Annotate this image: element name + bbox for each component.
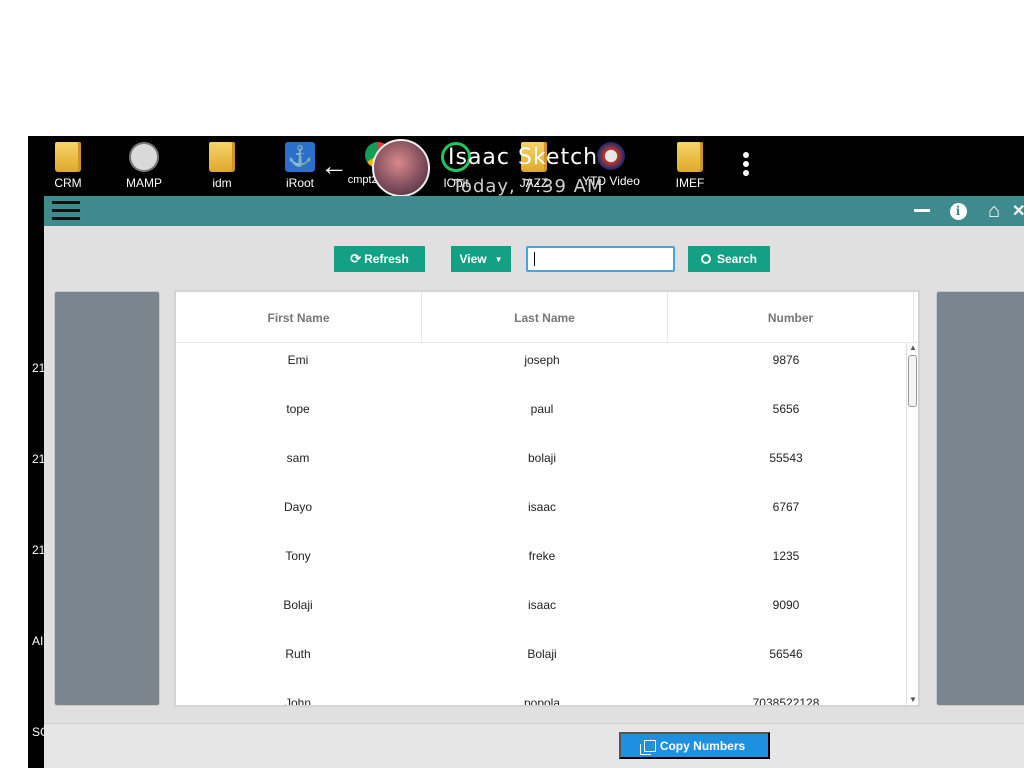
app-bar-actions: i ⌂ ✕ <box>904 196 1024 226</box>
overlay-subtitle: Today, 7:39 AM <box>452 176 604 197</box>
cell-last-name: paul <box>530 402 554 416</box>
folder-icon <box>209 142 235 172</box>
app-bar: i ⌂ ✕ <box>44 196 1024 226</box>
table-scrollbar[interactable]: ▲ ▼ <box>906 343 918 705</box>
right-panel <box>936 291 1024 706</box>
back-arrow-icon[interactable]: ← <box>320 150 348 182</box>
cell-first-name: Ruth <box>285 647 311 661</box>
text-caret <box>534 252 535 266</box>
cell-number: 9876 <box>772 353 800 367</box>
cell-last-name: bolaji <box>527 451 557 465</box>
cell-last-name: popola <box>523 696 561 705</box>
toolbar: ⟳ Refresh View ▼ Search <box>44 246 1024 274</box>
desktop-icon-label: MAMP <box>126 176 162 190</box>
table-row[interactable]: sam bolaji 55543 <box>176 441 908 490</box>
refresh-label: Refresh <box>364 252 409 266</box>
copy-numbers-button[interactable]: Copy Numbers <box>619 732 770 759</box>
refresh-icon: ⟳ <box>350 251 362 266</box>
folder-person-icon <box>55 142 81 172</box>
info-button[interactable]: i <box>940 202 976 220</box>
copy-numbers-label: Copy Numbers <box>659 738 746 753</box>
app-window: i ⌂ ✕ ⟳ Refresh View ▼ Search First Name… <box>44 196 1024 768</box>
desktop-icon-label: CRM <box>54 176 82 190</box>
cell-last-name: isaac <box>527 598 556 612</box>
table-body: Emi joseph 9876 tope paul 5656 sam bolaj… <box>176 343 908 705</box>
ytd-icon <box>597 142 625 170</box>
contacts-table: First Name Last Name Number Emi joseph 9… <box>174 290 920 707</box>
column-header-number[interactable]: Number <box>668 292 914 343</box>
home-icon[interactable]: ⌂ <box>976 200 1012 223</box>
hamburger-icon[interactable] <box>52 201 80 221</box>
footer-bar: Copy Numbers <box>44 723 1024 768</box>
cell-number: 1235 <box>772 549 800 563</box>
cell-number: 7038522128 <box>752 696 820 705</box>
desktop-icon-idm[interactable]: idm <box>192 142 252 190</box>
desktop-icon-crm[interactable]: CRM <box>38 142 98 190</box>
view-dropdown[interactable]: View ▼ <box>451 246 511 272</box>
anchor-icon: ⚓ <box>285 142 315 172</box>
cell-first-name: Dayo <box>283 500 312 514</box>
desktop-icon-mamp[interactable]: MAMP <box>114 142 174 190</box>
cell-number: 9090 <box>772 598 800 612</box>
scroll-up-icon[interactable]: ▲ <box>909 344 917 352</box>
search-icon <box>700 254 711 264</box>
table-row[interactable]: Tony freke 1235 <box>176 539 908 588</box>
side-label: AI <box>32 634 44 648</box>
table-row[interactable]: Bolaji isaac 9090 <box>176 588 908 637</box>
cell-last-name: Bolaji <box>527 647 557 661</box>
cell-number: 5656 <box>772 402 800 416</box>
mamp-icon <box>129 142 159 172</box>
table-row[interactable]: tope paul 5656 <box>176 392 908 441</box>
desktop-icon-label: IMEF <box>675 176 705 190</box>
table-row[interactable]: Ruth Bolaji 56546 <box>176 637 908 686</box>
table-row[interactable]: John popola 7038522128 <box>176 686 908 705</box>
scroll-down-icon[interactable]: ▼ <box>909 696 917 704</box>
cell-first-name: Tony <box>285 549 311 563</box>
table-row[interactable]: Dayo isaac 6767 <box>176 490 908 539</box>
search-label: Search <box>716 252 758 266</box>
cell-last-name: joseph <box>524 353 560 367</box>
cell-number: 6767 <box>772 500 800 514</box>
table-row[interactable]: Emi joseph 9876 <box>176 343 908 392</box>
more-options-icon[interactable] <box>740 152 752 179</box>
column-header-last-name[interactable]: Last Name <box>422 292 668 343</box>
left-edge-labels: 21 21 21 AI SC <box>28 196 49 768</box>
cell-first-name: tope <box>286 402 310 416</box>
cell-first-name: Bolaji <box>283 598 313 612</box>
desktop-icon-label: iRoot <box>285 176 314 190</box>
search-input[interactable] <box>526 246 675 272</box>
desktop-icon-imef[interactable]: IMEF <box>660 142 720 190</box>
copy-icon <box>639 739 656 755</box>
search-button[interactable]: Search <box>688 246 770 272</box>
cell-first-name: Emi <box>287 353 309 367</box>
folder-icon <box>677 142 703 172</box>
avatar[interactable] <box>372 139 430 197</box>
cell-last-name: freke <box>528 549 556 563</box>
cell-number: 55543 <box>769 451 803 465</box>
overlay-title: Isaac Sketch <box>448 145 599 170</box>
info-icon: i <box>949 203 967 220</box>
close-icon[interactable]: ✕ <box>1012 201 1024 221</box>
scrollbar-thumb[interactable] <box>908 355 917 407</box>
view-label: View <box>459 252 487 266</box>
cell-number: 56546 <box>769 647 803 661</box>
chevron-down-icon: ▼ <box>494 254 503 264</box>
cell-last-name: isaac <box>527 500 556 514</box>
minimize-icon[interactable] <box>904 202 940 220</box>
column-header-first-name[interactable]: First Name <box>176 292 422 343</box>
left-panel <box>54 291 160 706</box>
refresh-button[interactable]: ⟳ Refresh <box>334 246 425 272</box>
cell-first-name: John <box>284 696 312 705</box>
desktop-icon-label: idm <box>212 176 232 190</box>
table-header: First Name Last Name Number <box>176 292 918 343</box>
cell-first-name: sam <box>286 451 310 465</box>
